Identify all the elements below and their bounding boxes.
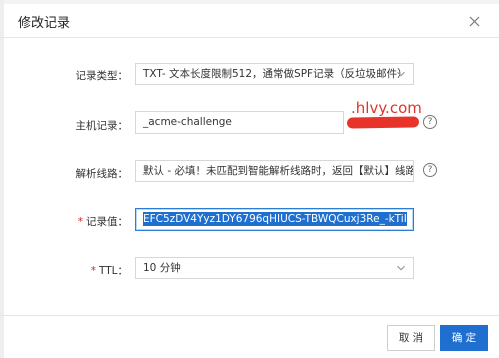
chevron-down-icon [397,168,405,174]
help-icon[interactable]: ? [423,115,437,129]
host-record-value: _acme-challenge [143,116,232,128]
record-type-value: TXT- 文本长度限制512，通常做SPF记录（反垃圾邮件） [143,68,408,80]
host-record-input[interactable]: _acme-challenge [135,111,344,134]
line-select[interactable]: 默认 - 必填！未匹配到智能解析线路时，返回【默认】线路设... [135,160,414,182]
required-mark: * [77,216,83,228]
close-icon[interactable] [464,11,484,31]
chevron-down-icon [397,265,405,271]
record-value-text: EFC5zDV4Yyz1DY6796qHIUCS-TBWQCuxj3Re_-kT… [143,212,407,226]
redaction-mark [346,116,420,129]
line-label: 解析线路： [75,168,129,180]
host-record-label: 主机记录： [75,120,129,132]
dialog-title: 修改记录 [18,16,71,31]
cancel-button[interactable]: 取 消 [387,325,435,351]
window-left-edge [0,0,4,358]
help-icon[interactable]: ? [423,163,437,177]
record-value-label: * 记录值： [78,214,128,229]
ttl-label: * TTL： [91,263,128,278]
record-value-label-text: 记录值： [86,216,128,228]
confirm-button[interactable]: 确 定 [440,325,488,351]
domain-suffix: .hlvy.com [351,99,422,117]
record-type-label: 记录类型： [75,70,129,82]
header-divider [0,37,499,38]
chevron-down-icon [397,71,405,77]
record-type-select[interactable]: TXT- 文本长度限制512，通常做SPF记录（反垃圾邮件） [135,63,414,85]
window-top-edge [0,0,499,4]
footer-divider [0,315,499,316]
ttl-value: 10 分钟 [143,262,181,274]
ttl-label-text: TTL： [99,265,128,277]
required-mark: * [90,265,96,277]
line-value: 默认 - 必填！未匹配到智能解析线路时，返回【默认】线路设... [143,165,414,177]
record-value-input[interactable]: EFC5zDV4Yyz1DY6796qHIUCS-TBWQCuxj3Re_-kT… [135,208,414,231]
ttl-select[interactable]: 10 分钟 [135,257,414,279]
